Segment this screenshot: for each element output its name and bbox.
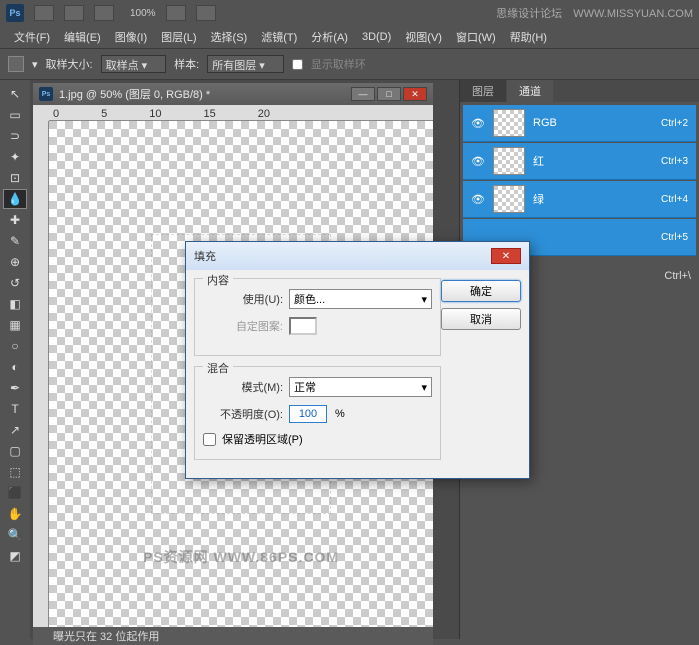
channel-name: 红 bbox=[533, 153, 661, 169]
pattern-swatch bbox=[289, 317, 317, 335]
dialog-close-button[interactable]: ✕ bbox=[491, 248, 521, 264]
screen-icon[interactable] bbox=[196, 5, 216, 21]
menu-view[interactable]: 视图(V) bbox=[399, 27, 448, 47]
channel-thumb bbox=[493, 185, 525, 213]
move-tool[interactable]: ↖ bbox=[3, 84, 27, 104]
mb-icon[interactable] bbox=[64, 5, 84, 21]
ruler-horizontal[interactable]: 05101520 bbox=[49, 105, 433, 121]
dodge-tool[interactable]: ◐ bbox=[3, 357, 27, 377]
options-bar: ▾ 取样大小: 取样点 ▾ 样本: 所有图层 ▾ 显示取样环 bbox=[0, 48, 699, 80]
hand-tool[interactable]: ✋ bbox=[3, 504, 27, 524]
minimize-button[interactable]: — bbox=[351, 87, 375, 101]
blur-tool[interactable]: ○ bbox=[3, 336, 27, 356]
brush-tool[interactable]: ✎ bbox=[3, 231, 27, 251]
dialog-title: 填充 bbox=[194, 248, 216, 264]
menu-3d[interactable]: 3D(D) bbox=[356, 29, 397, 45]
tab-layers[interactable]: 图层 bbox=[460, 80, 506, 102]
ok-button[interactable]: 确定 bbox=[441, 280, 521, 302]
doc-arrow-icon[interactable] bbox=[94, 5, 114, 21]
content-legend: 内容 bbox=[203, 272, 233, 288]
opacity-pct: % bbox=[335, 408, 345, 420]
close-button[interactable]: ✕ bbox=[403, 87, 427, 101]
sample-size-select[interactable]: 取样点 ▾ bbox=[101, 55, 167, 73]
fill-dialog: 填充 ✕ 内容 使用(U): 颜色...▾ 自定图案: 混合 模式(M): 正常… bbox=[185, 241, 530, 479]
use-label: 使用(U): bbox=[203, 291, 283, 307]
blend-legend: 混合 bbox=[203, 360, 233, 376]
opacity-label: 不透明度(O): bbox=[203, 406, 283, 422]
menu-file[interactable]: 文件(F) bbox=[8, 27, 56, 47]
ps-logo: Ps bbox=[6, 4, 24, 22]
path-tool[interactable]: ↗ bbox=[3, 420, 27, 440]
shape-tool[interactable]: ▢ bbox=[3, 441, 27, 461]
history-brush-tool[interactable]: ↺ bbox=[3, 273, 27, 293]
maximize-button[interactable]: □ bbox=[377, 87, 401, 101]
menu-filter[interactable]: 滤镜(T) bbox=[255, 27, 303, 47]
stamp-tool[interactable]: ⊕ bbox=[3, 252, 27, 272]
channel-name: RGB bbox=[533, 117, 661, 129]
menu-analysis[interactable]: 分析(A) bbox=[305, 27, 354, 47]
preserve-checkbox[interactable] bbox=[203, 433, 216, 446]
type-tool[interactable]: T bbox=[3, 399, 27, 419]
site-text: WWW.MISSYUAN.COM bbox=[573, 8, 693, 20]
tools-panel: ↖ ▭ ⊃ ✦ ⊡ 💧 ✚ ✎ ⊕ ↺ ◧ ▦ ○ ◐ ✒ T ↗ ▢ ⬚ ⬛ … bbox=[0, 80, 30, 639]
use-select[interactable]: 颜色...▾ bbox=[289, 289, 432, 309]
3d-tool[interactable]: ⬚ bbox=[3, 462, 27, 482]
channel-row[interactable]: 👁 红 Ctrl+3 bbox=[463, 143, 696, 180]
ruler-vertical[interactable] bbox=[33, 121, 49, 627]
preserve-label: 保留透明区域(P) bbox=[222, 431, 303, 447]
pattern-label: 自定图案: bbox=[203, 318, 283, 334]
show-ring-checkbox[interactable] bbox=[292, 59, 303, 70]
menu-window[interactable]: 窗口(W) bbox=[450, 27, 502, 47]
mode-select[interactable]: 正常▾ bbox=[289, 377, 432, 397]
channel-thumb bbox=[493, 147, 525, 175]
menu-help[interactable]: 帮助(H) bbox=[504, 27, 553, 47]
channel-thumb bbox=[493, 109, 525, 137]
sample-label: 样本: bbox=[174, 56, 199, 72]
cancel-button[interactable]: 取消 bbox=[441, 308, 521, 330]
eyedropper-tool[interactable]: 💧 bbox=[3, 189, 27, 209]
pen-tool[interactable]: ✒ bbox=[3, 378, 27, 398]
watermark: PS资源网 WWW.86PS.COM bbox=[143, 547, 339, 567]
menu-image[interactable]: 图像(I) bbox=[109, 27, 153, 47]
bridge-icon[interactable] bbox=[34, 5, 54, 21]
wand-tool[interactable]: ✦ bbox=[3, 147, 27, 167]
3d-cam-tool[interactable]: ⬛ bbox=[3, 483, 27, 503]
heal-tool[interactable]: ✚ bbox=[3, 210, 27, 230]
eye-icon[interactable]: 👁 bbox=[467, 150, 489, 172]
doc-title: 1.jpg @ 50% (图层 0, RGB/8) * bbox=[59, 86, 210, 102]
color-swatch-tool[interactable]: ◩ bbox=[3, 546, 27, 566]
doc-icon: Ps bbox=[39, 87, 53, 101]
lasso-tool[interactable]: ⊃ bbox=[3, 126, 27, 146]
marquee-tool[interactable]: ▭ bbox=[3, 105, 27, 125]
crop-tool[interactable]: ⊡ bbox=[3, 168, 27, 188]
tab-channels[interactable]: 通道 bbox=[507, 80, 553, 102]
view-icon[interactable] bbox=[166, 5, 186, 21]
channel-shortcut: Ctrl+3 bbox=[661, 156, 688, 167]
channel-row[interactable]: 👁 绿 Ctrl+4 bbox=[463, 181, 696, 218]
mode-label: 模式(M): bbox=[203, 379, 283, 395]
eye-icon[interactable]: 👁 bbox=[467, 112, 489, 134]
zoom-tool[interactable]: 🔍 bbox=[3, 525, 27, 545]
show-ring-label: 显示取样环 bbox=[311, 56, 366, 72]
zoom-percent[interactable]: 100% bbox=[130, 8, 156, 19]
channel-row[interactable]: 👁 RGB Ctrl+2 bbox=[463, 105, 696, 142]
sample-select[interactable]: 所有图层 ▾ bbox=[207, 55, 284, 73]
channel-shortcut: Ctrl+2 bbox=[661, 118, 688, 129]
channel-shortcut: Ctrl+5 bbox=[661, 232, 688, 243]
eraser-tool[interactable]: ◧ bbox=[3, 294, 27, 314]
sample-size-label: 取样大小: bbox=[46, 56, 93, 72]
mask-shortcut: Ctrl+\ bbox=[664, 270, 691, 282]
eyedropper-icon[interactable] bbox=[8, 56, 24, 72]
channel-shortcut: Ctrl+4 bbox=[661, 194, 688, 205]
status-bar: 曝光只在 32 位起作用 bbox=[33, 627, 433, 645]
menu-layer[interactable]: 图层(L) bbox=[155, 27, 202, 47]
menu-bar: 文件(F) 编辑(E) 图像(I) 图层(L) 选择(S) 滤镜(T) 分析(A… bbox=[0, 26, 699, 48]
opacity-input[interactable] bbox=[289, 405, 327, 423]
channel-name: 绿 bbox=[533, 191, 661, 207]
gradient-tool[interactable]: ▦ bbox=[3, 315, 27, 335]
menu-select[interactable]: 选择(S) bbox=[205, 27, 254, 47]
forum-text: 思缘设计论坛 bbox=[496, 8, 562, 20]
menu-edit[interactable]: 编辑(E) bbox=[58, 27, 107, 47]
eye-icon[interactable]: 👁 bbox=[467, 188, 489, 210]
